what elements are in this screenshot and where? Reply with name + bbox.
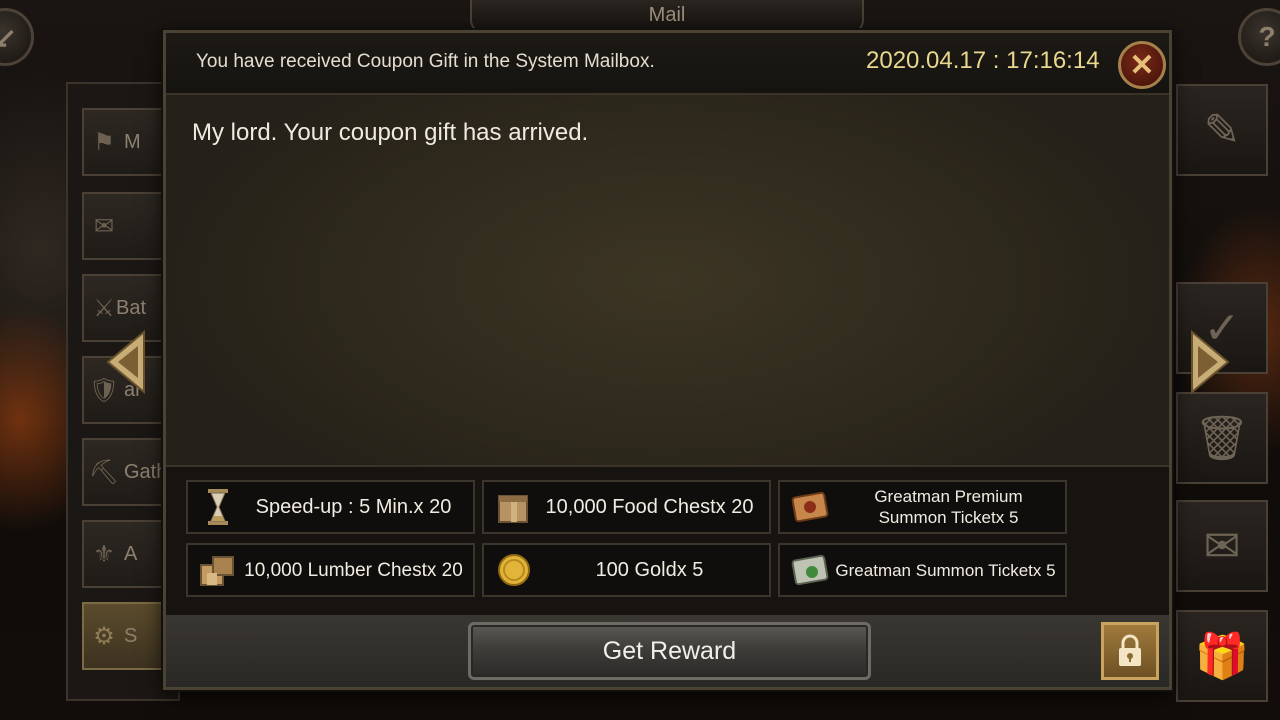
reward-item: 10,000 Lumber Chestx 20 [186, 543, 475, 597]
category-tab-2[interactable]: ✉ [82, 192, 172, 260]
flag-icon: ⚑ [93, 128, 115, 156]
category-label: A [124, 542, 138, 565]
fleur-de-lis-icon: ⚜ [93, 540, 115, 568]
scroll-icon [788, 550, 832, 590]
reward-item: Greatman Premium Summon Ticketx 5 [778, 480, 1067, 534]
close-button[interactable]: ✕ [1118, 41, 1166, 89]
reward-label: 10,000 Lumber Chestx 20 [244, 559, 463, 581]
next-mail-arrow-icon[interactable] [1188, 330, 1232, 394]
reward-list: Speed-up : 5 Min.x 20 10,000 Food Chestx… [166, 465, 1169, 617]
category-tab-1[interactable]: ⚑ M [82, 108, 172, 176]
mail-header: You have received Coupon Gift in the Sys… [166, 33, 1169, 95]
mail-message: My lord. Your coupon gift has arrived. [192, 119, 589, 146]
gear-icon: ⚙ [93, 622, 115, 650]
category-label: Gath [124, 460, 168, 483]
compose-button[interactable]: ✎ [1176, 84, 1268, 176]
previous-mail-arrow-icon[interactable] [104, 330, 148, 394]
mail-detail-dialog: You have received Coupon Gift in the Sys… [163, 30, 1172, 690]
reward-label: 10,000 Food Chestx 20 [545, 495, 754, 518]
lock-icon [1119, 634, 1141, 666]
close-icon: ✕ [1129, 48, 1155, 82]
crossed-swords-icon: ⚔ [93, 294, 115, 322]
category-tab-gather[interactable]: ⛏ Gath [82, 438, 172, 506]
premium-scroll-icon [788, 487, 832, 527]
trash-icon: 🗑 [1194, 414, 1250, 463]
hourglass-icon [196, 487, 240, 527]
write-icon: ✎ [1203, 105, 1241, 155]
mail-subject: You have received Coupon Gift in the Sys… [196, 51, 655, 72]
mail-footer: Get Reward [166, 615, 1169, 687]
category-label: M [124, 130, 141, 153]
mail-timestamp: 2020.04.17 : 17:16:14 [866, 47, 1100, 74]
collect-all-button[interactable]: 🎁 [1176, 610, 1268, 702]
reward-label: Speed-up : 5 Min.x 20 [255, 495, 452, 518]
reward-item: 10,000 Food Chestx 20 [482, 480, 771, 534]
category-tab-system[interactable]: ⚙ S [82, 602, 172, 670]
get-reward-button[interactable]: Get Reward [468, 622, 871, 680]
gift-icon: 🎁 [1194, 632, 1250, 681]
lumber-chest-icon [196, 550, 240, 590]
pickaxe-icon: ⛏ [88, 458, 120, 486]
category-label: Bat [116, 296, 147, 319]
top-title-frame: Mail [470, 0, 864, 34]
lock-mail-button[interactable] [1101, 622, 1159, 680]
reward-item: Speed-up : 5 Min.x 20 [186, 480, 475, 534]
reward-label: Greatman Summon Ticketx 5 [835, 560, 1056, 580]
gold-coin-icon [492, 550, 536, 590]
category-tab-alliance[interactable]: ⚜ A [82, 520, 172, 588]
reward-item: 100 Goldx 5 [482, 543, 771, 597]
reward-label: Greatman Premium Summon Ticketx 5 [874, 487, 1023, 527]
category-label: S [124, 624, 138, 647]
delete-button[interactable]: 🗑 [1176, 392, 1268, 484]
mark-read-button[interactable]: ✉ [1176, 500, 1268, 592]
reward-label: 100 Goldx 5 [595, 558, 704, 581]
mail-body: My lord. Your coupon gift has arrived. [166, 95, 1169, 465]
food-chest-icon [492, 487, 536, 527]
envelope-icon: ✉ [93, 212, 115, 240]
screen-title: Mail [648, 4, 686, 26]
envelope-icon: ✉ [1203, 521, 1241, 571]
reward-item: Greatman Summon Ticketx 5 [778, 543, 1067, 597]
